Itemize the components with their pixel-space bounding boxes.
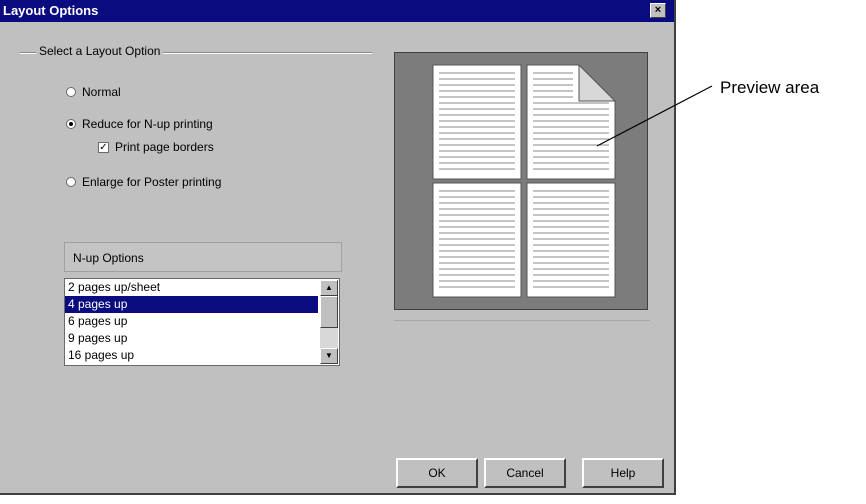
list-item[interactable]: 16 pages up (65, 347, 318, 364)
scroll-down-icon[interactable]: ▼ (320, 348, 338, 364)
radio-reduce-nup[interactable]: Reduce for N-up printing (66, 117, 213, 131)
layout-group-label: Select a Layout Option (36, 44, 164, 58)
radio-reduce-nup-label: Reduce for N-up printing (82, 117, 213, 131)
radio-enlarge-poster-circle[interactable] (66, 177, 76, 187)
radio-enlarge-poster[interactable]: Enlarge for Poster printing (66, 175, 221, 189)
list-scrollbar[interactable]: ▲ ▼ (320, 280, 338, 364)
preview-area (394, 52, 648, 310)
list-item[interactable]: 2 pages up/sheet (65, 279, 318, 296)
radio-normal-circle[interactable] (66, 87, 76, 97)
cancel-button[interactable]: Cancel (484, 458, 566, 488)
nup-preview-icon (432, 63, 617, 298)
preview-divider (394, 320, 650, 321)
nup-options-list[interactable]: 2 pages up/sheet 4 pages up 6 pages up 9… (64, 278, 340, 366)
close-button[interactable]: × (650, 3, 666, 18)
ok-button[interactable]: OK (396, 458, 478, 488)
radio-enlarge-poster-label: Enlarge for Poster printing (82, 175, 222, 189)
scroll-thumb[interactable] (320, 296, 338, 328)
help-button[interactable]: Help (582, 458, 664, 488)
radio-normal[interactable]: Normal (66, 85, 121, 99)
layout-options-dialog: Layout Options × Select a Layout Option … (0, 0, 676, 495)
radio-normal-label: Normal (82, 85, 121, 99)
scroll-up-icon[interactable]: ▲ (320, 280, 338, 296)
preview-area-callout: Preview area (720, 78, 820, 97)
nup-options-header: N-up Options (64, 242, 342, 272)
list-item[interactable]: 4 pages up (65, 296, 318, 313)
print-page-borders-label: Print page borders (115, 140, 214, 154)
list-item[interactable]: 6 pages up (65, 313, 318, 330)
title-bar[interactable]: Layout Options × (0, 0, 674, 22)
list-item[interactable]: 9 pages up (65, 330, 318, 347)
print-page-borders-checkbox[interactable]: ✓ Print page borders (98, 140, 214, 154)
dialog-title: Layout Options (3, 3, 99, 18)
checkbox-box[interactable]: ✓ (98, 141, 109, 153)
radio-reduce-nup-circle[interactable] (66, 119, 76, 129)
